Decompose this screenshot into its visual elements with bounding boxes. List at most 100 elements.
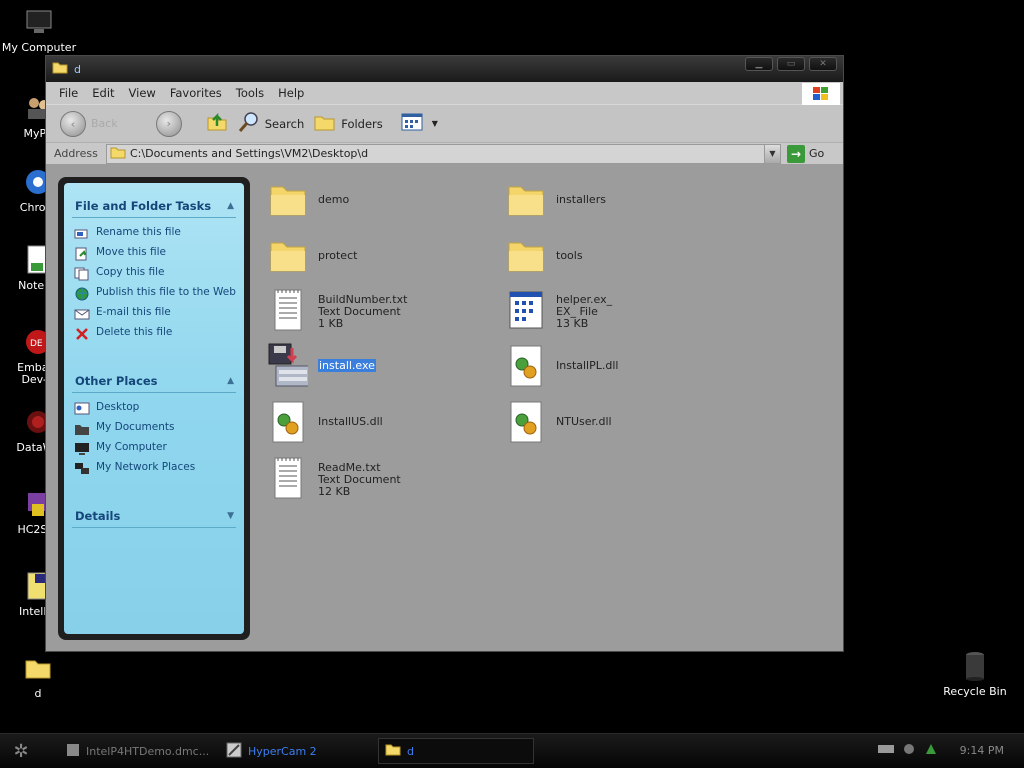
task-label: HyperCam 2 xyxy=(248,744,317,758)
place-my-documents[interactable]: My Documents xyxy=(74,419,236,439)
file-item-installpl-dll[interactable]: InstallPL.dll xyxy=(506,344,618,388)
place-label: Desktop xyxy=(96,401,140,413)
file-tasks-title: File and Folder Tasks xyxy=(75,199,212,213)
hypercam-icon xyxy=(226,742,242,761)
file-item-buildnumber[interactable]: BuildNumber.txt Text Document 1 KB xyxy=(268,288,407,332)
folders-icon xyxy=(314,113,336,134)
menu-view[interactable]: View xyxy=(122,86,163,100)
network-icon[interactable] xyxy=(924,742,938,759)
task-publish[interactable]: Publish this file to the Web xyxy=(74,284,236,304)
file-size: 1 KB xyxy=(318,317,344,330)
forward-button[interactable]: › xyxy=(155,110,182,137)
task-rename[interactable]: Rename this file xyxy=(74,224,236,244)
start-button[interactable]: ✲ xyxy=(6,738,36,764)
search-label: Search xyxy=(264,116,305,131)
views-button[interactable]: ▼ xyxy=(401,113,438,134)
file-name: InstallUS.dll xyxy=(318,415,383,428)
address-dropdown-button[interactable]: ▼ xyxy=(764,144,780,163)
clock[interactable]: 9:14 PM xyxy=(960,744,1004,757)
desktop-icon-recycle-bin[interactable]: Recycle Bin xyxy=(935,650,1015,698)
menu-favorites[interactable]: Favorites xyxy=(163,86,229,100)
desktop-icon-my-computer[interactable]: My Computer xyxy=(0,6,79,54)
folders-button[interactable]: Folders xyxy=(314,113,383,134)
my-computer-icon xyxy=(74,442,90,456)
document-icon xyxy=(66,743,80,760)
file-item-ntuser-dll[interactable]: NTUser.dll xyxy=(506,400,612,444)
my-documents-icon xyxy=(74,422,90,436)
folder-icon xyxy=(385,743,401,759)
file-name: NTUser.dll xyxy=(556,415,612,428)
chevron-down-icon: ▼ xyxy=(769,149,776,158)
monitor-icon xyxy=(23,6,55,38)
globe-icon xyxy=(74,287,90,301)
file-item-readme[interactable]: ReadMe.txt Text Document 12 KB xyxy=(268,456,401,500)
place-desktop[interactable]: Desktop xyxy=(74,399,236,419)
task-label: E-mail this file xyxy=(96,306,171,318)
file-item-installers[interactable]: installers xyxy=(506,178,606,222)
go-arrow-icon: → xyxy=(787,144,805,163)
file-item-helper-ex[interactable]: helper.ex_ EX_ File 13 KB xyxy=(506,288,612,332)
task-copy[interactable]: Copy this file xyxy=(74,264,236,284)
desktop-icon-d[interactable]: d xyxy=(0,652,78,700)
rename-icon xyxy=(74,227,90,241)
task-label: Copy this file xyxy=(96,266,165,278)
other-places-header[interactable]: Other Places ▲ xyxy=(72,366,236,393)
volume-icon[interactable] xyxy=(902,742,916,759)
desktop-icon xyxy=(74,402,90,416)
task-move[interactable]: Move this file xyxy=(74,244,236,264)
minimize-icon: ▁ xyxy=(755,59,763,69)
search-button[interactable]: Search xyxy=(238,111,305,136)
file-size: 12 KB xyxy=(318,485,351,498)
folder-icon xyxy=(110,146,126,162)
place-my-computer[interactable]: My Computer xyxy=(74,439,236,459)
folder-icon xyxy=(268,234,308,278)
task-email[interactable]: E-mail this file xyxy=(74,304,236,324)
details-header[interactable]: Details ▼ xyxy=(72,501,236,528)
task-label: Publish this file to the Web xyxy=(96,286,236,298)
folder-icon xyxy=(506,234,546,278)
taskbar-item-hypercam[interactable]: HyperCam 2 xyxy=(220,738,370,764)
taskbar-item-d[interactable]: d xyxy=(378,738,534,764)
file-item-protect[interactable]: protect xyxy=(268,234,357,278)
text-document-icon xyxy=(268,288,308,332)
file-name: install.exe xyxy=(318,359,376,372)
title-bar[interactable]: d ▁ ▭ ✕ xyxy=(46,56,843,82)
keyboard-icon[interactable] xyxy=(877,744,894,757)
desktop-label: Recycle Bin xyxy=(943,685,1007,698)
close-icon: ✕ xyxy=(819,59,827,69)
place-label: My Documents xyxy=(96,421,175,433)
taskbar-item-intelp4[interactable]: IntelP4HTDemo.dmc... xyxy=(60,738,210,764)
back-button[interactable]: ‹ Back xyxy=(60,110,118,137)
task-delete[interactable]: Delete this file xyxy=(74,324,236,344)
menu-help[interactable]: Help xyxy=(271,86,311,100)
task-label: Move this file xyxy=(96,246,166,258)
forward-arrow-icon: › xyxy=(166,117,171,130)
menu-edit[interactable]: Edit xyxy=(85,86,121,100)
chevron-down-icon: ▼ xyxy=(431,119,438,128)
file-item-tools[interactable]: tools xyxy=(506,234,583,278)
minimize-button[interactable]: ▁ xyxy=(745,57,773,71)
start-orb-icon: ✲ xyxy=(13,740,29,762)
system-tray: 9:14 PM xyxy=(877,742,1004,759)
place-my-network-places[interactable]: My Network Places xyxy=(74,459,236,479)
file-item-installus-dll[interactable]: InstallUS.dll xyxy=(268,400,383,444)
file-name: tools xyxy=(556,249,583,262)
maximize-button[interactable]: ▭ xyxy=(777,57,805,71)
back-arrow-icon: ‹ xyxy=(60,110,86,137)
collapse-icon: ▲ xyxy=(227,201,234,211)
go-button[interactable]: → Go xyxy=(787,144,824,163)
move-icon xyxy=(74,247,90,261)
file-item-demo[interactable]: demo xyxy=(268,178,349,222)
menu-tools[interactable]: Tools xyxy=(229,86,271,100)
close-button[interactable]: ✕ xyxy=(809,57,837,71)
other-places-title: Other Places xyxy=(75,374,158,388)
collapse-icon: ▲ xyxy=(227,376,234,386)
task-label: Delete this file xyxy=(96,326,173,338)
file-tasks-header[interactable]: File and Folder Tasks ▲ xyxy=(72,191,236,218)
folders-label: Folders xyxy=(341,116,383,131)
file-item-install-exe[interactable]: install.exe xyxy=(268,343,376,388)
menu-file[interactable]: File xyxy=(52,86,85,100)
address-input[interactable]: C:\Documents and Settings\VM2\Desktop\d … xyxy=(106,143,781,164)
place-label: My Computer xyxy=(96,441,167,453)
up-folder-button[interactable] xyxy=(206,112,228,135)
